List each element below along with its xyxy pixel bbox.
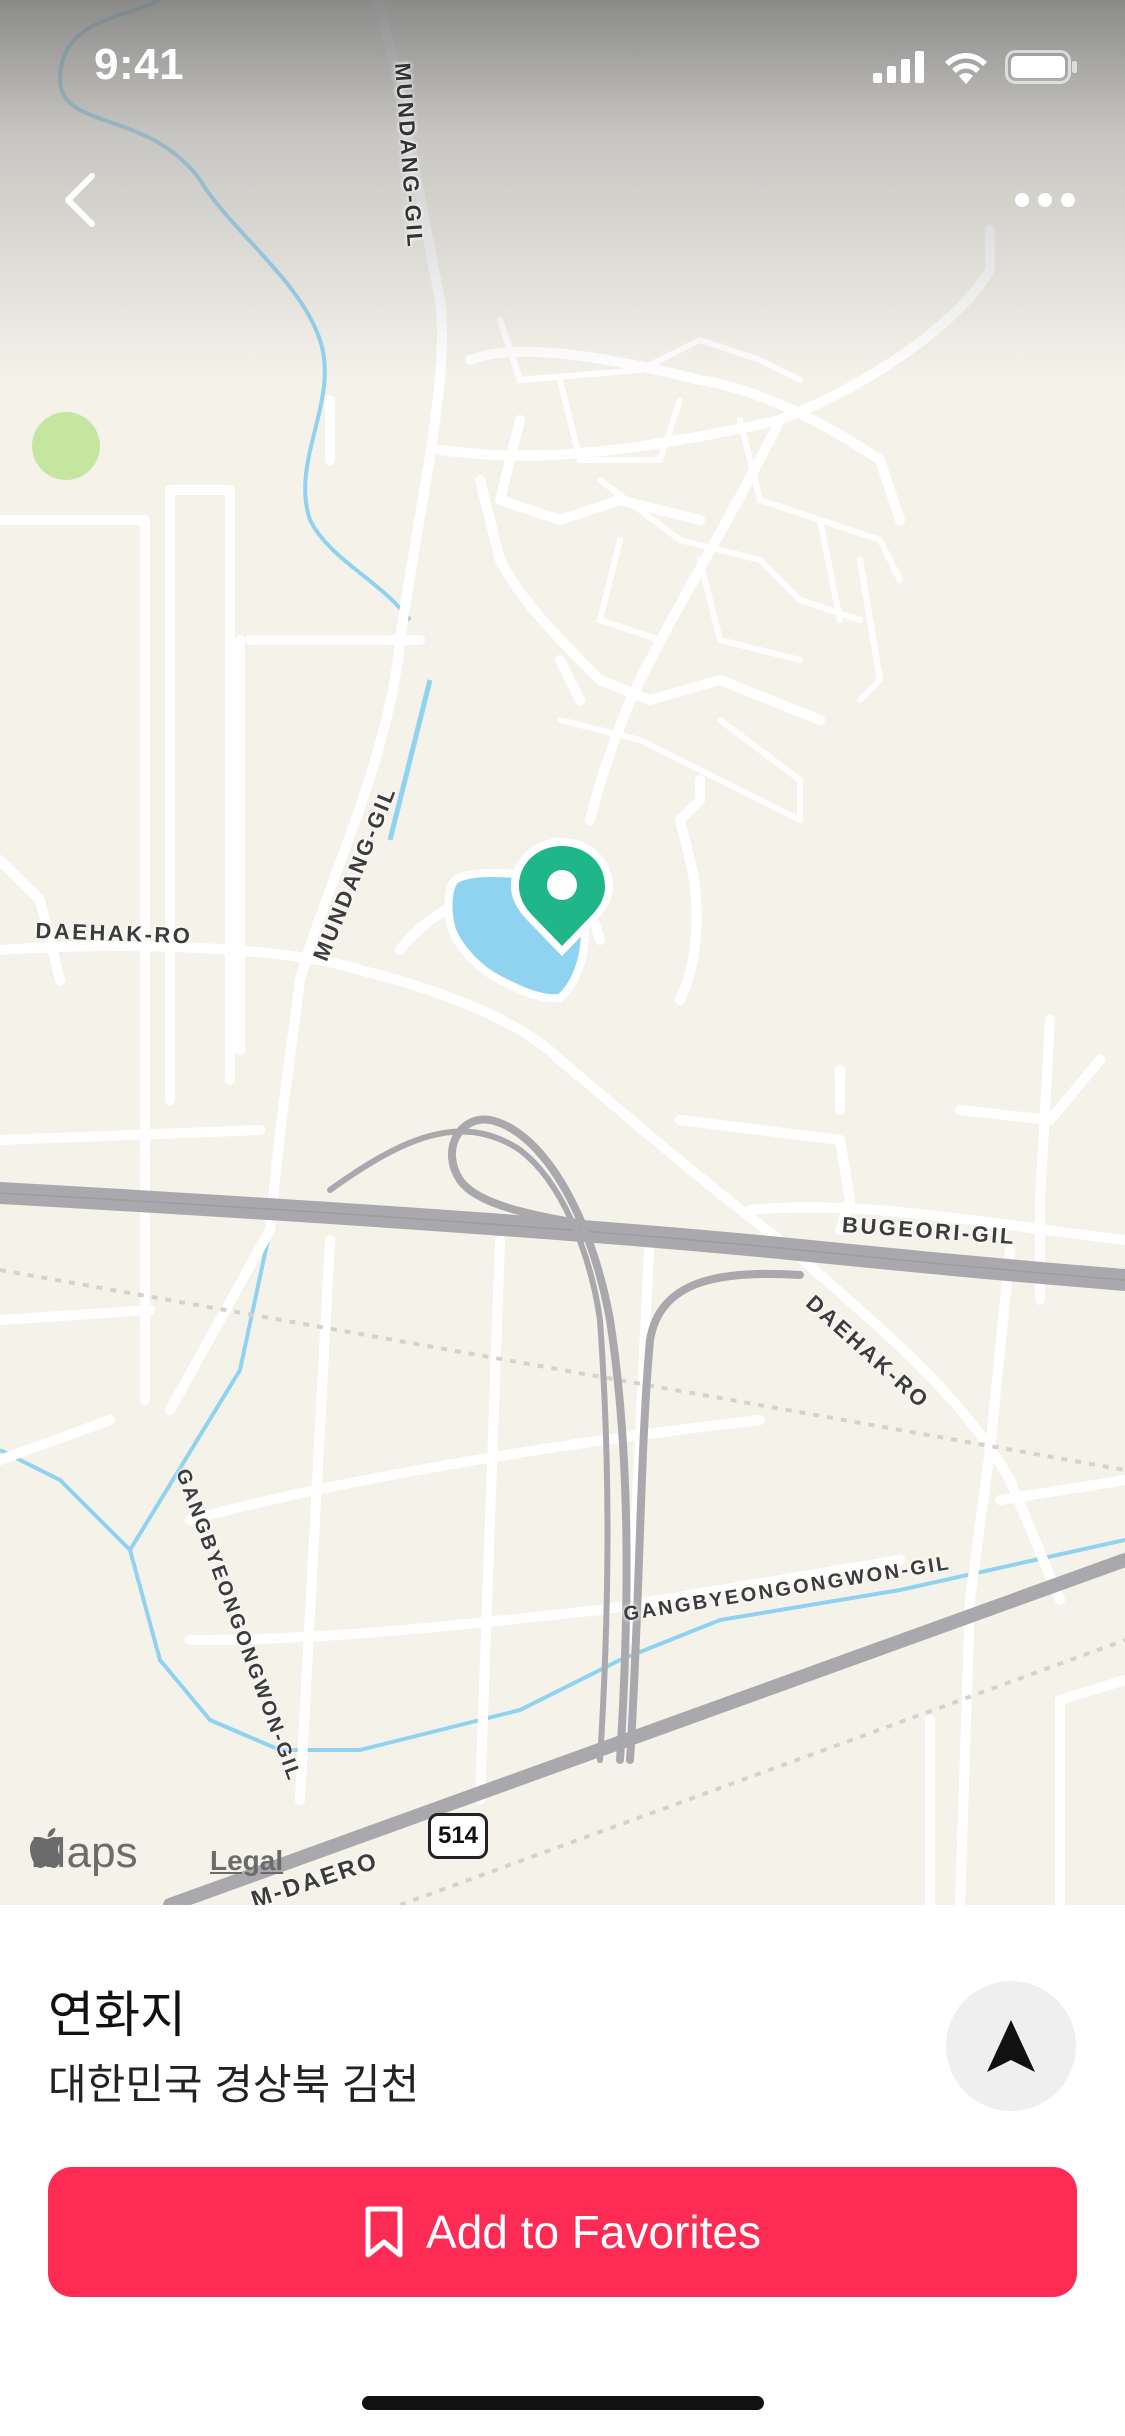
status-bar: 9:41 bbox=[0, 0, 1125, 140]
home-indicator[interactable] bbox=[362, 2396, 764, 2410]
navigation-arrow-icon bbox=[987, 2020, 1035, 2072]
navigate-button[interactable] bbox=[946, 1981, 1076, 2111]
add-to-favorites-button[interactable]: Add to Favorites bbox=[48, 2167, 1077, 2297]
status-icons bbox=[873, 50, 1077, 84]
more-dots-icon bbox=[1015, 193, 1075, 207]
favorites-label: Add to Favorites bbox=[426, 2206, 761, 2258]
place-sheet: 연화지 대한민국 경상북 김천 Add to Favorites bbox=[0, 1905, 1125, 2436]
location-pin-icon[interactable] bbox=[511, 838, 613, 960]
place-name: 연화지 bbox=[48, 1987, 186, 2043]
bookmark-icon bbox=[365, 2206, 403, 2258]
apple-logo-icon bbox=[30, 1828, 63, 1868]
map-view[interactable]: MUNDANG-GIL MUNDANG-GIL DAEHAK-RO DAEHAK… bbox=[0, 0, 1125, 1905]
legal-link[interactable]: Legal bbox=[210, 1845, 283, 1877]
street-label: DAEHAK-RO bbox=[35, 918, 193, 949]
route-shield: 514 bbox=[428, 1813, 488, 1859]
maps-attribution: Maps bbox=[30, 1828, 138, 1878]
place-address: 대한민국 경상북 김천 bbox=[48, 2061, 420, 2108]
back-button[interactable] bbox=[40, 160, 120, 240]
battery-icon bbox=[1005, 50, 1077, 84]
more-button[interactable] bbox=[1005, 170, 1085, 230]
back-chevron-icon bbox=[65, 173, 95, 227]
status-time: 9:41 bbox=[94, 40, 185, 89]
signal-icon bbox=[873, 51, 924, 83]
wifi-icon bbox=[945, 53, 987, 84]
